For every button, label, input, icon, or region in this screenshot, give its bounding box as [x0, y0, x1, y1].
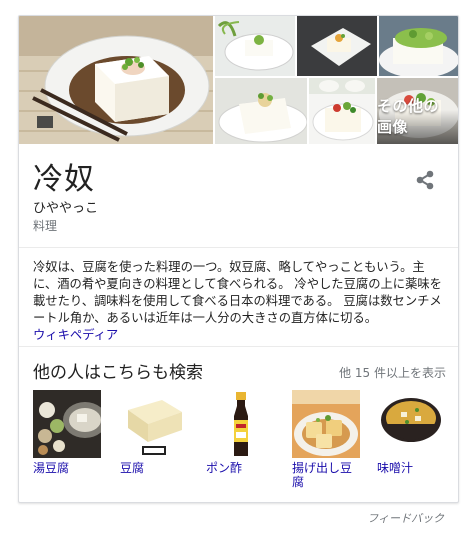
view-more-link[interactable]: 他 15 件以上を表示 — [339, 364, 446, 381]
description-divider — [19, 346, 458, 347]
gallery-image-2[interactable] — [215, 16, 295, 76]
gallery-image-5[interactable] — [215, 78, 307, 144]
header-divider — [19, 247, 458, 248]
gallery-image-4[interactable] — [379, 16, 458, 76]
feedback-link[interactable]: フィードバック — [367, 510, 444, 526]
more-images-label: その他の画像 — [377, 97, 440, 136]
related-item-thumbnail — [206, 390, 274, 458]
related-item-ponzu[interactable]: ポン酢 — [206, 390, 276, 475]
knowledge-panel: その他の画像 冷奴 ひややっこ 料理 冷奴は、豆腐を使った料理の一つ。奴豆腐、略… — [18, 15, 459, 503]
related-item-miso-soup[interactable]: 味噌汁 — [377, 390, 447, 475]
gallery-image-3[interactable] — [297, 16, 377, 76]
related-item-label: 湯豆腐 — [33, 461, 70, 475]
related-item-label: 豆腐 — [120, 461, 145, 475]
related-item-thumbnail — [292, 390, 360, 458]
more-images-overlay: その他の画像 — [377, 97, 458, 144]
share-button[interactable] — [411, 166, 439, 194]
entity-category: 料理 — [33, 219, 58, 233]
entity-description: 冷奴は、豆腐を使った料理の一つ。奴豆腐、略してやっこともいう。主に、酒の肴や夏向… — [33, 259, 447, 344]
people-also-search-heading: 他の人はこちらも検索 — [33, 363, 203, 383]
share-icon — [416, 170, 434, 190]
wikipedia-link[interactable]: ウィキペディア — [33, 328, 118, 342]
related-item-label: 揚げ出し豆腐 — [292, 461, 353, 489]
related-item-label: ポン酢 — [206, 461, 243, 475]
entity-title: 冷奴 — [33, 162, 95, 197]
related-item-tofu[interactable]: 豆腐 — [120, 390, 190, 475]
more-images-button[interactable]: その他の画像 — [377, 78, 458, 144]
related-item-thumbnail — [377, 390, 445, 458]
related-item-thumbnail — [120, 390, 188, 458]
gallery-image-6[interactable] — [309, 78, 375, 144]
related-item-yudofu[interactable]: 湯豆腐 — [33, 390, 103, 475]
image-gallery: その他の画像 — [19, 16, 458, 144]
related-item-agedashi-tofu[interactable]: 揚げ出し豆腐 — [292, 390, 362, 489]
gallery-image-main[interactable] — [19, 16, 213, 144]
related-item-thumbnail — [33, 390, 101, 458]
description-text: 冷奴は、豆腐を使った料理の一つ。奴豆腐、略してやっこともいう。主に、酒の肴や夏向… — [33, 260, 442, 325]
related-item-label: 味噌汁 — [377, 461, 414, 475]
entity-reading: ひややっこ — [33, 201, 99, 216]
